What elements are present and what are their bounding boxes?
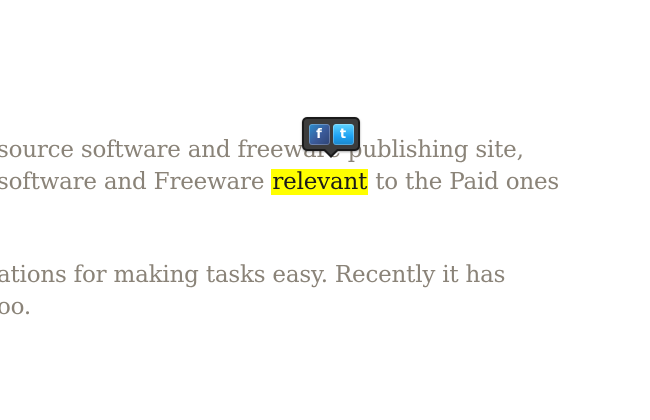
article-line: oo. — [0, 291, 31, 323]
article-text: software and Freeware — [0, 169, 272, 195]
share-popover: f t — [302, 117, 360, 151]
facebook-icon: f — [316, 126, 322, 142]
selected-text-highlight[interactable]: relevant — [271, 169, 369, 195]
article-line: ations for making tasks easy. Recently i… — [0, 259, 505, 291]
twitter-share-button[interactable]: t — [332, 123, 354, 145]
facebook-share-button[interactable]: f — [308, 123, 330, 145]
article-line: source software and freeware publishing … — [0, 134, 524, 166]
article-text: source software and freeware publishing … — [0, 137, 524, 163]
article-line: software and Freeware relevant to the Pa… — [0, 166, 559, 198]
article-text: to the Paid ones — [368, 169, 560, 195]
article-text: oo. — [0, 294, 32, 320]
twitter-icon: t — [339, 126, 347, 142]
article-text: ations for making tasks easy. Recently i… — [0, 262, 506, 288]
page: source software and freeware publishing … — [0, 0, 650, 420]
